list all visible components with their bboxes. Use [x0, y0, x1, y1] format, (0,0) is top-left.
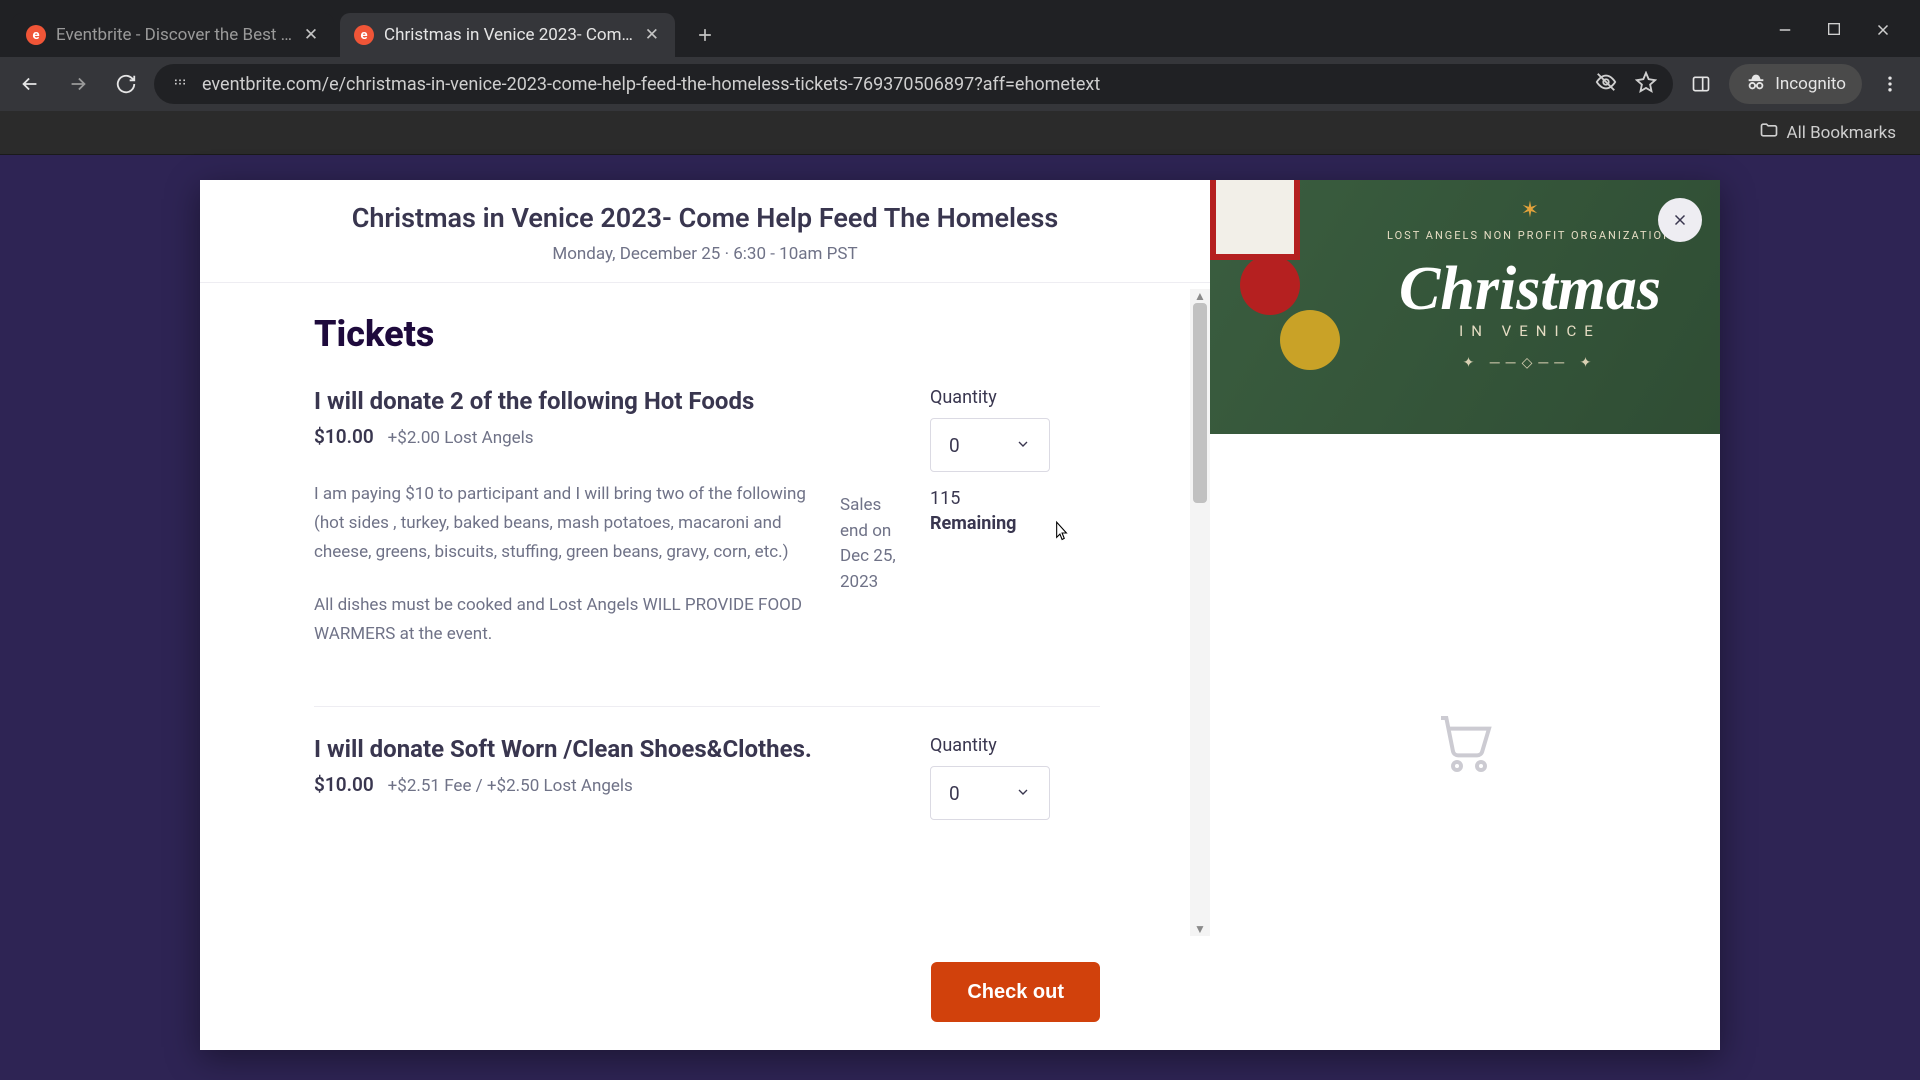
- address-bar[interactable]: eventbrite.com/e/christmas-in-venice-202…: [154, 64, 1673, 104]
- eventbrite-favicon-icon: e: [26, 25, 46, 45]
- tracking-blocked-icon[interactable]: [1595, 71, 1617, 97]
- side-panel-icon[interactable]: [1681, 64, 1721, 104]
- browser-toolbar: eventbrite.com/e/christmas-in-venice-202…: [0, 57, 1920, 111]
- ticket-name: I will donate 2 of the following Hot Foo…: [314, 387, 816, 415]
- maximize-window-icon[interactable]: [1826, 21, 1842, 43]
- empty-cart-area: [1210, 434, 1720, 1050]
- close-modal-button[interactable]: [1658, 198, 1702, 242]
- ticket-description: All dishes must be cooked and Lost Angel…: [314, 591, 816, 649]
- quantity-select[interactable]: 0: [930, 766, 1050, 820]
- close-tab-icon[interactable]: ✕: [643, 26, 661, 44]
- bookmarks-folder-icon[interactable]: [1759, 120, 1779, 145]
- event-datetime: Monday, December 25 · 6:30 - 10am PST: [232, 244, 1178, 264]
- ticket-fee: +$2.00 Lost Angels: [388, 428, 534, 448]
- scroll-down-arrow-icon[interactable]: ▼: [1194, 922, 1206, 936]
- cart-icon: [1433, 710, 1497, 774]
- remaining-count: 115: [930, 486, 1100, 511]
- ticket-row: I will donate Soft Worn /Clean Shoes&Clo…: [314, 735, 1100, 841]
- ticket-name: I will donate Soft Worn /Clean Shoes&Clo…: [314, 735, 816, 763]
- sales-end-text: Sales end on Dec 25, 2023: [840, 387, 910, 672]
- bookmarks-bar: All Bookmarks: [0, 111, 1920, 155]
- quantity-value: 0: [949, 782, 960, 805]
- remaining-label: Remaining: [930, 511, 1100, 536]
- org-name-text: LOST ANGELS NON PROFIT ORGANIZATION: [1370, 229, 1690, 242]
- ticket-fee: +$2.51 Fee / +$2.50 Lost Angels: [388, 776, 633, 796]
- eventbrite-favicon-icon: e: [354, 25, 374, 45]
- modal-scrollbar[interactable]: ▲ ▼: [1190, 289, 1210, 936]
- close-tab-icon[interactable]: ✕: [302, 26, 320, 44]
- chevron-down-icon: [1015, 434, 1031, 457]
- scroll-thumb[interactable]: [1193, 303, 1207, 503]
- checkout-modal: Christmas in Venice 2023- Come Help Feed…: [200, 180, 1720, 1050]
- quantity-label: Quantity: [930, 387, 1100, 408]
- new-tab-button[interactable]: [687, 17, 723, 53]
- tab-title: Eventbrite - Discover the Best …: [56, 25, 292, 45]
- site-settings-icon[interactable]: [170, 72, 190, 96]
- banner-headline: Christmas: [1370, 258, 1690, 320]
- incognito-icon: [1745, 71, 1767, 98]
- url-text: eventbrite.com/e/christmas-in-venice-202…: [202, 74, 1583, 95]
- back-button[interactable]: [10, 64, 50, 104]
- page-viewport: Christmas in Venice 2023- Come Help Feed…: [0, 155, 1920, 1080]
- quantity-value: 0: [949, 434, 960, 457]
- ticket-row: I will donate 2 of the following Hot Foo…: [314, 387, 1100, 707]
- tickets-heading: Tickets: [314, 313, 1100, 355]
- ticket-price: $10.00: [314, 425, 374, 448]
- minimize-window-icon[interactable]: [1776, 21, 1794, 43]
- all-bookmarks-link[interactable]: All Bookmarks: [1787, 123, 1896, 143]
- browser-titlebar: e Eventbrite - Discover the Best … ✕ e C…: [0, 0, 1920, 57]
- scroll-up-arrow-icon[interactable]: ▲: [1194, 289, 1206, 303]
- kebab-menu-icon[interactable]: [1870, 64, 1910, 104]
- banner-subline: IN VENICE: [1370, 322, 1690, 340]
- checkout-button[interactable]: Check out: [931, 962, 1100, 1022]
- banner-ornament: ✦ ──◇── ✦: [1370, 354, 1690, 371]
- tab-title: Christmas in Venice 2023- Com…: [384, 25, 633, 45]
- incognito-indicator[interactable]: Incognito: [1729, 64, 1862, 104]
- close-window-icon[interactable]: [1874, 21, 1892, 43]
- reload-button[interactable]: [106, 64, 146, 104]
- browser-tab-2[interactable]: e Christmas in Venice 2023- Com… ✕: [340, 13, 675, 57]
- quantity-select[interactable]: 0: [930, 418, 1050, 472]
- chevron-down-icon: [1015, 782, 1031, 805]
- org-logo-icon: ✶: [1370, 198, 1690, 223]
- bookmark-star-icon[interactable]: [1635, 71, 1657, 97]
- quantity-label: Quantity: [930, 735, 1100, 756]
- incognito-label: Incognito: [1775, 74, 1846, 94]
- ticket-price: $10.00: [314, 773, 374, 796]
- event-title: Christmas in Venice 2023- Come Help Feed…: [232, 202, 1178, 234]
- forward-button[interactable]: [58, 64, 98, 104]
- ticket-description: I am paying $10 to participant and I wil…: [314, 480, 816, 567]
- event-image-banner: ✶ LOST ANGELS NON PROFIT ORGANIZATION Ch…: [1210, 180, 1720, 434]
- browser-tab-1[interactable]: e Eventbrite - Discover the Best … ✕: [12, 13, 334, 57]
- modal-header: Christmas in Venice 2023- Come Help Feed…: [200, 180, 1210, 283]
